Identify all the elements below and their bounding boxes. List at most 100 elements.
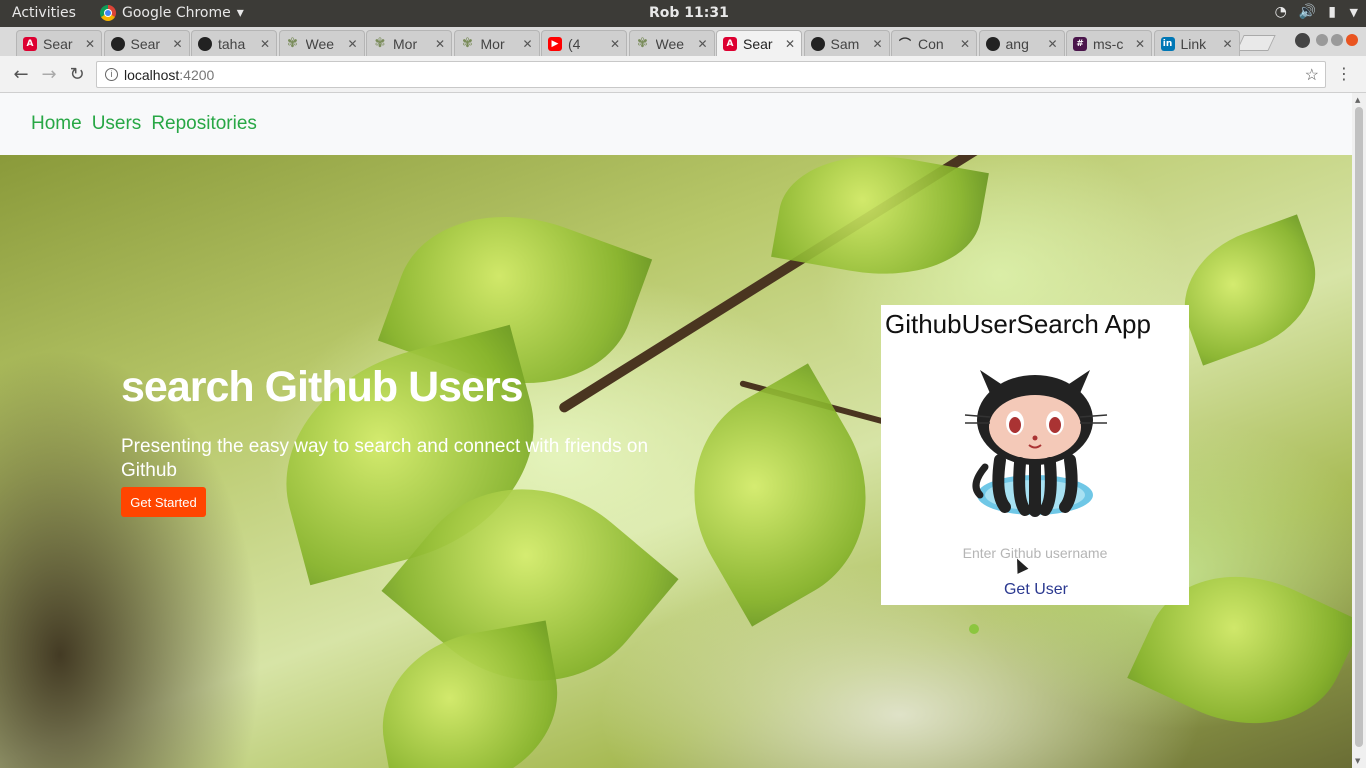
background-leaf (368, 620, 572, 768)
browser-tab[interactable]: ✾ Mor ✕ (453, 30, 540, 56)
tab-title: Sam (830, 35, 860, 52)
url-port: :4200 (179, 67, 215, 83)
browser-tab[interactable]: A Sear ✕ (16, 30, 102, 56)
browser-tab[interactable]: taha ✕ (191, 30, 277, 56)
scroll-up-icon[interactable]: ▲ (1355, 96, 1360, 104)
browser-tab[interactable]: ⌒ Con ✕ (891, 30, 977, 56)
scrollbar-thumb[interactable] (1355, 107, 1363, 747)
tree-icon: ✾ (374, 36, 386, 51)
tab-close-icon[interactable]: ✕ (872, 37, 882, 51)
conn-icon: ⌒ (898, 37, 911, 51)
chrome-menu-icon[interactable]: ⋮ (1336, 64, 1352, 83)
browser-tab[interactable]: A Sear ✕ (716, 30, 802, 56)
tab-close-icon[interactable]: ✕ (435, 37, 445, 51)
url-host: localhost (124, 67, 180, 83)
tab-title: Mor (393, 35, 418, 52)
app-menu[interactable]: Google Chrome ▾ (100, 5, 244, 21)
site-navbar: Home Users Repositories (0, 93, 1352, 155)
maximize-icon[interactable] (1331, 34, 1343, 46)
angular-icon: A (723, 36, 737, 51)
bookmark-star-icon[interactable]: ☆ (1305, 65, 1319, 85)
tab-close-icon[interactable]: ✕ (85, 37, 95, 51)
close-window-icon[interactable] (1346, 34, 1358, 46)
reload-icon[interactable]: ↻ (66, 64, 88, 85)
scroll-down-icon[interactable]: ▼ (1355, 757, 1360, 765)
tab-title: Wee (305, 35, 335, 52)
address-bar[interactable]: i localhost:4200 ☆ (96, 61, 1326, 88)
browser-tab[interactable]: ✾ Wee ✕ (278, 30, 365, 56)
chrome-icon (100, 5, 116, 21)
background-leaf (652, 363, 908, 627)
tab-close-icon[interactable]: ✕ (1135, 37, 1145, 51)
github-icon (985, 36, 1000, 51)
browser-tab[interactable]: ✾ Wee ✕ (628, 30, 715, 56)
tab-title: ang (1005, 35, 1029, 52)
tab-title: Link (1180, 35, 1207, 52)
get-started-button[interactable]: Get Started (121, 487, 206, 517)
browser-toolbar: ← → ↻ i localhost:4200 ☆ ⋮ (0, 56, 1366, 93)
os-top-bar: Activities Google Chrome ▾ Rob 11:31 ◔ 🔊… (0, 0, 1366, 27)
background-leaf (1165, 214, 1335, 366)
forward-icon[interactable]: → (38, 64, 60, 85)
get-user-button[interactable]: Get User (981, 579, 1091, 601)
tab-close-icon[interactable]: ✕ (1222, 37, 1232, 51)
slack-icon: # (1073, 36, 1087, 51)
tray-menu-icon[interactable]: ▼ (1350, 6, 1358, 19)
nav-users-link[interactable]: Users (92, 113, 142, 135)
tab-title: Wee (655, 35, 685, 52)
tab-close-icon[interactable]: ✕ (960, 37, 970, 51)
tab-close-icon[interactable]: ✕ (172, 37, 182, 51)
caret-down-icon: ▾ (236, 5, 244, 21)
page-scrollbar[interactable]: ▲ ▼ (1352, 93, 1366, 768)
app-name: Google Chrome (122, 5, 231, 21)
github-username-input[interactable] (911, 541, 1159, 565)
window-controls (1316, 34, 1358, 46)
linkedin-icon: in (1160, 36, 1175, 51)
tab-strip: A Sear ✕ Sear ✕ taha ✕ ✾ Wee ✕ ✾ Mor ✕ ✾ Mor ✕ ▶ (4 ✕ ✾ Wee ✕… (0, 27, 1366, 56)
new-tab-button[interactable] (1236, 35, 1276, 51)
github-icon (810, 36, 825, 51)
youtube-icon: ▶ (548, 36, 562, 51)
system-tray[interactable]: ◔ 🔊 ▮ (1275, 4, 1336, 20)
tab-title: Sear (130, 35, 161, 52)
info-icon[interactable]: i (105, 68, 118, 81)
github-icon (110, 36, 125, 51)
github-icon (198, 36, 212, 51)
tab-close-icon[interactable]: ✕ (522, 37, 532, 51)
nav-repositories-link[interactable]: Repositories (151, 113, 257, 135)
browser-tab[interactable]: # ms-c ✕ (1066, 30, 1152, 56)
wifi-icon[interactable]: ◔ (1275, 4, 1287, 20)
tab-title: Sear (43, 35, 73, 52)
nav-home-link[interactable]: Home (31, 113, 82, 135)
tab-close-icon[interactable]: ✕ (260, 37, 270, 51)
tree-icon: ✾ (287, 36, 298, 51)
url-text[interactable]: localhost:4200 (124, 67, 214, 83)
tree-icon: ✾ (462, 36, 473, 51)
tab-close-icon[interactable]: ✕ (610, 37, 620, 51)
hero-subtitle: Presenting the easy way to search and co… (121, 436, 649, 481)
browser-tab[interactable]: Sam ✕ (803, 30, 890, 56)
tab-title: Mor (480, 35, 505, 52)
clock[interactable]: Rob 11:31 (649, 5, 729, 21)
profile-icon[interactable] (1295, 33, 1310, 48)
loading-dot (969, 624, 979, 634)
tab-title: Sear (743, 35, 773, 52)
browser-tab[interactable]: ▶ (4 ✕ (541, 30, 627, 56)
browser-tab[interactable]: in Link ✕ (1153, 30, 1240, 56)
tab-close-icon[interactable]: ✕ (697, 37, 707, 51)
tab-title: ms-c (1093, 35, 1124, 52)
tab-close-icon[interactable]: ✕ (347, 37, 357, 51)
tab-close-icon[interactable]: ✕ (1047, 37, 1057, 51)
search-card: GithubUserSearch App Enter Github userna… (881, 305, 1189, 605)
volume-icon[interactable]: 🔊 (1299, 4, 1316, 20)
battery-icon[interactable]: ▮ (1328, 4, 1336, 20)
hero-title: search Github Users (121, 363, 524, 411)
tab-close-icon[interactable]: ✕ (785, 37, 795, 51)
activities-button[interactable]: Activities (12, 5, 76, 21)
browser-tab[interactable]: ✾ Mor ✕ (366, 30, 452, 56)
minimize-icon[interactable] (1316, 34, 1328, 46)
browser-tab[interactable]: Sear ✕ (103, 30, 190, 56)
tab-title: (4 (568, 35, 581, 52)
browser-tab[interactable]: ang ✕ (978, 30, 1065, 56)
back-icon[interactable]: ← (10, 64, 32, 85)
